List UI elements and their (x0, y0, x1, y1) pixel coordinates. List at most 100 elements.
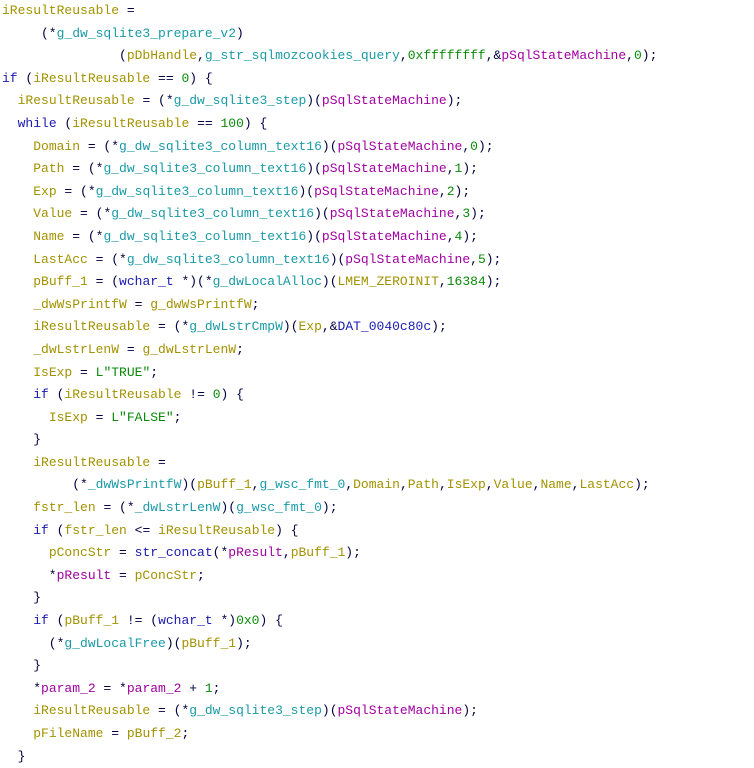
local-variable-token[interactable]: IsExp (33, 365, 72, 380)
number-literal-token[interactable]: 3 (462, 206, 470, 221)
local-variable-token[interactable]: pBuff_1 (291, 545, 346, 560)
type-token[interactable]: wchar_t (119, 274, 174, 289)
code-line[interactable]: pConcStr = str_concat(*pResult,pBuff_1); (2, 542, 657, 565)
code-line[interactable]: } (2, 587, 657, 610)
number-literal-token[interactable]: 0x0 (236, 613, 259, 628)
code-line[interactable]: iResultReusable = (2, 452, 657, 475)
local-variable-token[interactable]: pBuff_1 (181, 636, 236, 651)
local-variable-token[interactable]: _dwLstrLenW (33, 342, 119, 357)
local-variable-token[interactable]: LMEM_ZEROINIT (338, 274, 439, 289)
number-literal-token[interactable]: 2 (447, 184, 455, 199)
parameter-token[interactable]: pSqlStateMachine (501, 48, 626, 63)
local-variable-token[interactable]: Name (540, 477, 571, 492)
global-symbol-token[interactable]: g_str_sqlmozcookies_query (205, 48, 400, 63)
number-literal-token[interactable]: 16384 (447, 274, 486, 289)
local-variable-token[interactable]: Domain (33, 139, 80, 154)
local-variable-token[interactable]: Value (494, 477, 533, 492)
data-label-token[interactable]: DAT_0040c80c (338, 319, 432, 334)
code-line[interactable]: Exp = (*g_dw_sqlite3_column_text16)(pSql… (2, 181, 657, 204)
local-variable-token[interactable]: iResultReusable (158, 523, 275, 538)
local-variable-token[interactable]: Path (408, 477, 439, 492)
code-line[interactable]: (pDbHandle,g_str_sqlmozcookies_query,0xf… (2, 45, 657, 68)
code-line[interactable]: (*g_dwLocalFree)(pBuff_1); (2, 633, 657, 656)
parameter-token[interactable]: pSqlStateMachine (322, 93, 447, 108)
parameter-token[interactable]: pSqlStateMachine (322, 229, 447, 244)
code-line[interactable]: if (fstr_len <= iResultReusable) { (2, 520, 657, 543)
local-variable-token[interactable]: pBuff_1 (64, 613, 119, 628)
keyword-token[interactable]: if (33, 613, 49, 628)
local-variable-token[interactable]: fstr_len (64, 523, 126, 538)
local-variable-token[interactable]: iResultReusable (33, 319, 150, 334)
local-variable-token[interactable]: pConcStr (135, 568, 197, 583)
global-symbol-token[interactable]: _dwWsPrintfW (88, 477, 182, 492)
global-symbol-token[interactable]: g_dw_sqlite3_step (174, 93, 307, 108)
global-symbol-token[interactable]: g_dwLocalAlloc (213, 274, 322, 289)
global-symbol-token[interactable]: g_dw_sqlite3_column_text16 (103, 161, 306, 176)
keyword-token[interactable]: if (33, 523, 49, 538)
number-literal-token[interactable]: 5 (478, 252, 486, 267)
keyword-token[interactable]: if (2, 71, 18, 86)
global-symbol-token[interactable]: g_wsc_fmt_0 (259, 477, 345, 492)
code-line[interactable]: fstr_len = (*_dwLstrLenW)(g_wsc_fmt_0); (2, 497, 657, 520)
global-symbol-token[interactable]: _dwLstrLenW (135, 500, 221, 515)
code-line[interactable]: Name = (*g_dw_sqlite3_column_text16)(pSq… (2, 226, 657, 249)
local-variable-token[interactable]: Value (33, 206, 72, 221)
global-symbol-token[interactable]: g_dwLocalFree (64, 636, 165, 651)
local-variable-token[interactable]: g_dwLstrLenW (142, 342, 236, 357)
code-line[interactable]: Path = (*g_dw_sqlite3_column_text16)(pSq… (2, 158, 657, 181)
code-line[interactable]: *pResult = pConcStr; (2, 565, 657, 588)
parameter-token[interactable]: pResult (228, 545, 283, 560)
local-variable-token[interactable]: _dwWsPrintfW (33, 297, 127, 312)
number-literal-token[interactable]: 0 (213, 387, 221, 402)
parameter-token[interactable]: pSqlStateMachine (322, 161, 447, 176)
local-variable-token[interactable]: iResultReusable (18, 93, 135, 108)
string-literal-token[interactable]: L"FALSE" (111, 410, 173, 425)
parameter-token[interactable]: pSqlStateMachine (338, 139, 463, 154)
local-variable-token[interactable]: fstr_len (33, 500, 95, 515)
code-line[interactable]: iResultReusable = (2, 0, 657, 23)
code-line[interactable]: Value = (*g_dw_sqlite3_column_text16)(pS… (2, 203, 657, 226)
local-variable-token[interactable]: Exp (33, 184, 56, 199)
global-symbol-token[interactable]: g_dw_sqlite3_column_text16 (111, 206, 314, 221)
code-line[interactable]: if (iResultReusable == 0) { (2, 68, 657, 91)
local-variable-token[interactable]: iResultReusable (64, 387, 181, 402)
local-variable-token[interactable]: pFileName (33, 726, 103, 741)
number-literal-token[interactable]: 100 (220, 116, 243, 131)
global-symbol-token[interactable]: g_dw_sqlite3_column_text16 (119, 139, 322, 154)
parameter-token[interactable]: pSqlStateMachine (338, 703, 463, 718)
parameter-token[interactable]: param_2 (41, 681, 96, 696)
parameter-token[interactable]: param_2 (127, 681, 182, 696)
global-symbol-token[interactable]: g_dw_sqlite3_prepare_v2 (57, 26, 236, 41)
local-variable-token[interactable]: LastAcc (579, 477, 634, 492)
parameter-token[interactable]: pSqlStateMachine (330, 206, 455, 221)
keyword-token[interactable]: while (18, 116, 57, 131)
string-literal-token[interactable]: L"TRUE" (96, 365, 151, 380)
local-variable-token[interactable]: IsExp (49, 410, 88, 425)
local-variable-token[interactable]: Name (33, 229, 64, 244)
code-line[interactable]: Domain = (*g_dw_sqlite3_column_text16)(p… (2, 136, 657, 159)
global-symbol-token[interactable]: g_dw_sqlite3_column_text16 (103, 229, 306, 244)
code-line[interactable]: pFileName = pBuff_2; (2, 723, 657, 746)
parameter-token[interactable]: pSqlStateMachine (314, 184, 439, 199)
code-line[interactable]: iResultReusable = (*g_dw_sqlite3_step)(p… (2, 700, 657, 723)
global-symbol-token[interactable]: g_dw_sqlite3_step (189, 703, 322, 718)
parameter-token[interactable]: pResult (57, 568, 112, 583)
code-line[interactable]: IsExp = L"TRUE"; (2, 362, 657, 385)
local-variable-token[interactable]: g_dwWsPrintfW (150, 297, 251, 312)
keyword-token[interactable]: if (33, 387, 49, 402)
number-literal-token[interactable]: 1 (205, 681, 213, 696)
local-variable-token[interactable]: pBuff_2 (127, 726, 182, 741)
code-line[interactable]: while (iResultReusable == 100) { (2, 113, 657, 136)
number-literal-token[interactable]: 0xffffffff (408, 48, 486, 63)
code-line[interactable]: if (iResultReusable != 0) { (2, 384, 657, 407)
local-variable-token[interactable]: IsExp (447, 477, 486, 492)
local-variable-token[interactable]: iResultReusable (33, 703, 150, 718)
number-literal-token[interactable]: 0 (470, 139, 478, 154)
global-symbol-token[interactable]: g_dw_sqlite3_column_text16 (127, 252, 330, 267)
number-literal-token[interactable]: 0 (634, 48, 642, 63)
code-line[interactable]: iResultReusable = (*g_dwLstrCmpW)(Exp,&D… (2, 316, 657, 339)
local-variable-token[interactable]: LastAcc (33, 252, 88, 267)
local-variable-token[interactable]: Path (33, 161, 64, 176)
local-variable-token[interactable]: iResultReusable (72, 116, 189, 131)
code-line[interactable]: if (pBuff_1 != (wchar_t *)0x0) { (2, 610, 657, 633)
